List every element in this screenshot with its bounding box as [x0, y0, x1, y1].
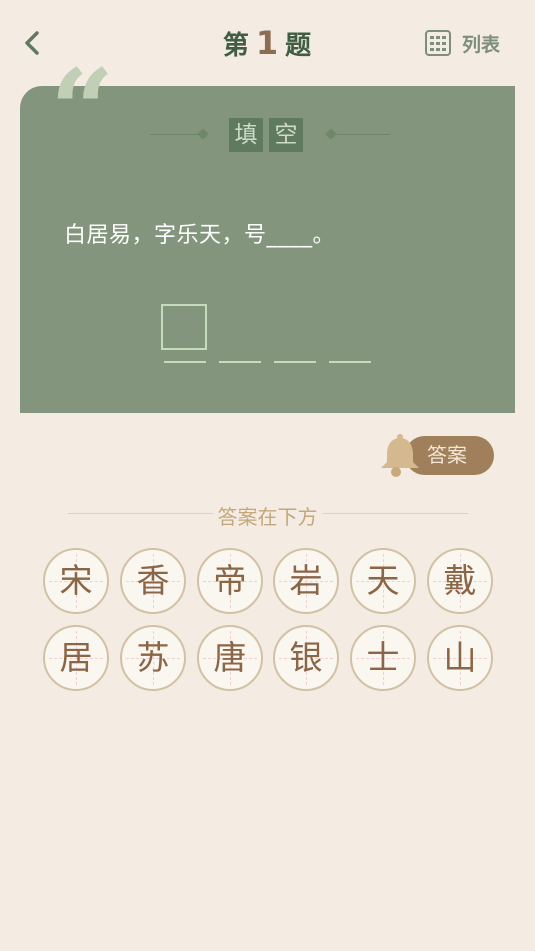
choice-char-button[interactable]: 宋: [43, 548, 109, 614]
choice-char-button[interactable]: 唐: [197, 625, 263, 691]
choice-char: 香: [136, 561, 170, 600]
choice-char-button[interactable]: 居: [43, 625, 109, 691]
answer-slot[interactable]: [329, 361, 371, 363]
choice-char-button[interactable]: 山: [427, 625, 493, 691]
grid-list-icon: [425, 30, 451, 56]
choice-char: 苏: [136, 638, 170, 677]
choice-char: 唐: [213, 638, 247, 677]
choice-char-button[interactable]: 香: [120, 548, 186, 614]
choice-char: 帝: [213, 561, 247, 600]
fill-blank-badge: 填 空: [229, 118, 303, 152]
choice-char: 天: [366, 561, 400, 600]
show-answer-button[interactable]: 答案: [377, 432, 494, 477]
choice-char: 戴: [443, 561, 477, 600]
choice-char-button[interactable]: 岩: [273, 548, 339, 614]
choice-char: 宋: [59, 561, 93, 600]
choice-char-button[interactable]: 天: [350, 548, 416, 614]
section-label: 答案在下方: [217, 505, 318, 529]
list-button[interactable]: 列表: [424, 28, 500, 58]
title-prefix: 第: [222, 31, 250, 61]
section-line-right: [322, 513, 468, 514]
choice-char: 岩: [289, 561, 323, 600]
list-label: 列表: [462, 33, 501, 56]
bell-icon: [381, 434, 419, 477]
question-text: 白居易，字乐天，号____。: [64, 223, 336, 248]
answer-slot[interactable]: [164, 361, 206, 363]
choice-char: 士: [366, 638, 400, 677]
badge-char: 空: [269, 118, 303, 152]
badge-right-line: [334, 134, 390, 135]
choice-char: 居: [59, 638, 93, 677]
choice-char: 银: [289, 638, 323, 677]
answer-slot[interactable]: [219, 361, 261, 363]
choice-char-button[interactable]: 苏: [120, 625, 186, 691]
answer-slot-active[interactable]: [161, 304, 207, 350]
quote-mark: “: [50, 46, 115, 177]
badge-left-line: [150, 134, 202, 135]
question-number: 1: [255, 24, 280, 62]
choice-char-button[interactable]: 戴: [427, 548, 493, 614]
title-suffix: 题: [285, 31, 313, 61]
choice-char: 山: [443, 638, 477, 677]
choice-char-button[interactable]: 银: [273, 625, 339, 691]
answer-slot[interactable]: [274, 361, 316, 363]
choice-char-button[interactable]: 帝: [197, 548, 263, 614]
badge-char: 填: [229, 118, 263, 152]
choice-char-button[interactable]: 士: [350, 625, 416, 691]
